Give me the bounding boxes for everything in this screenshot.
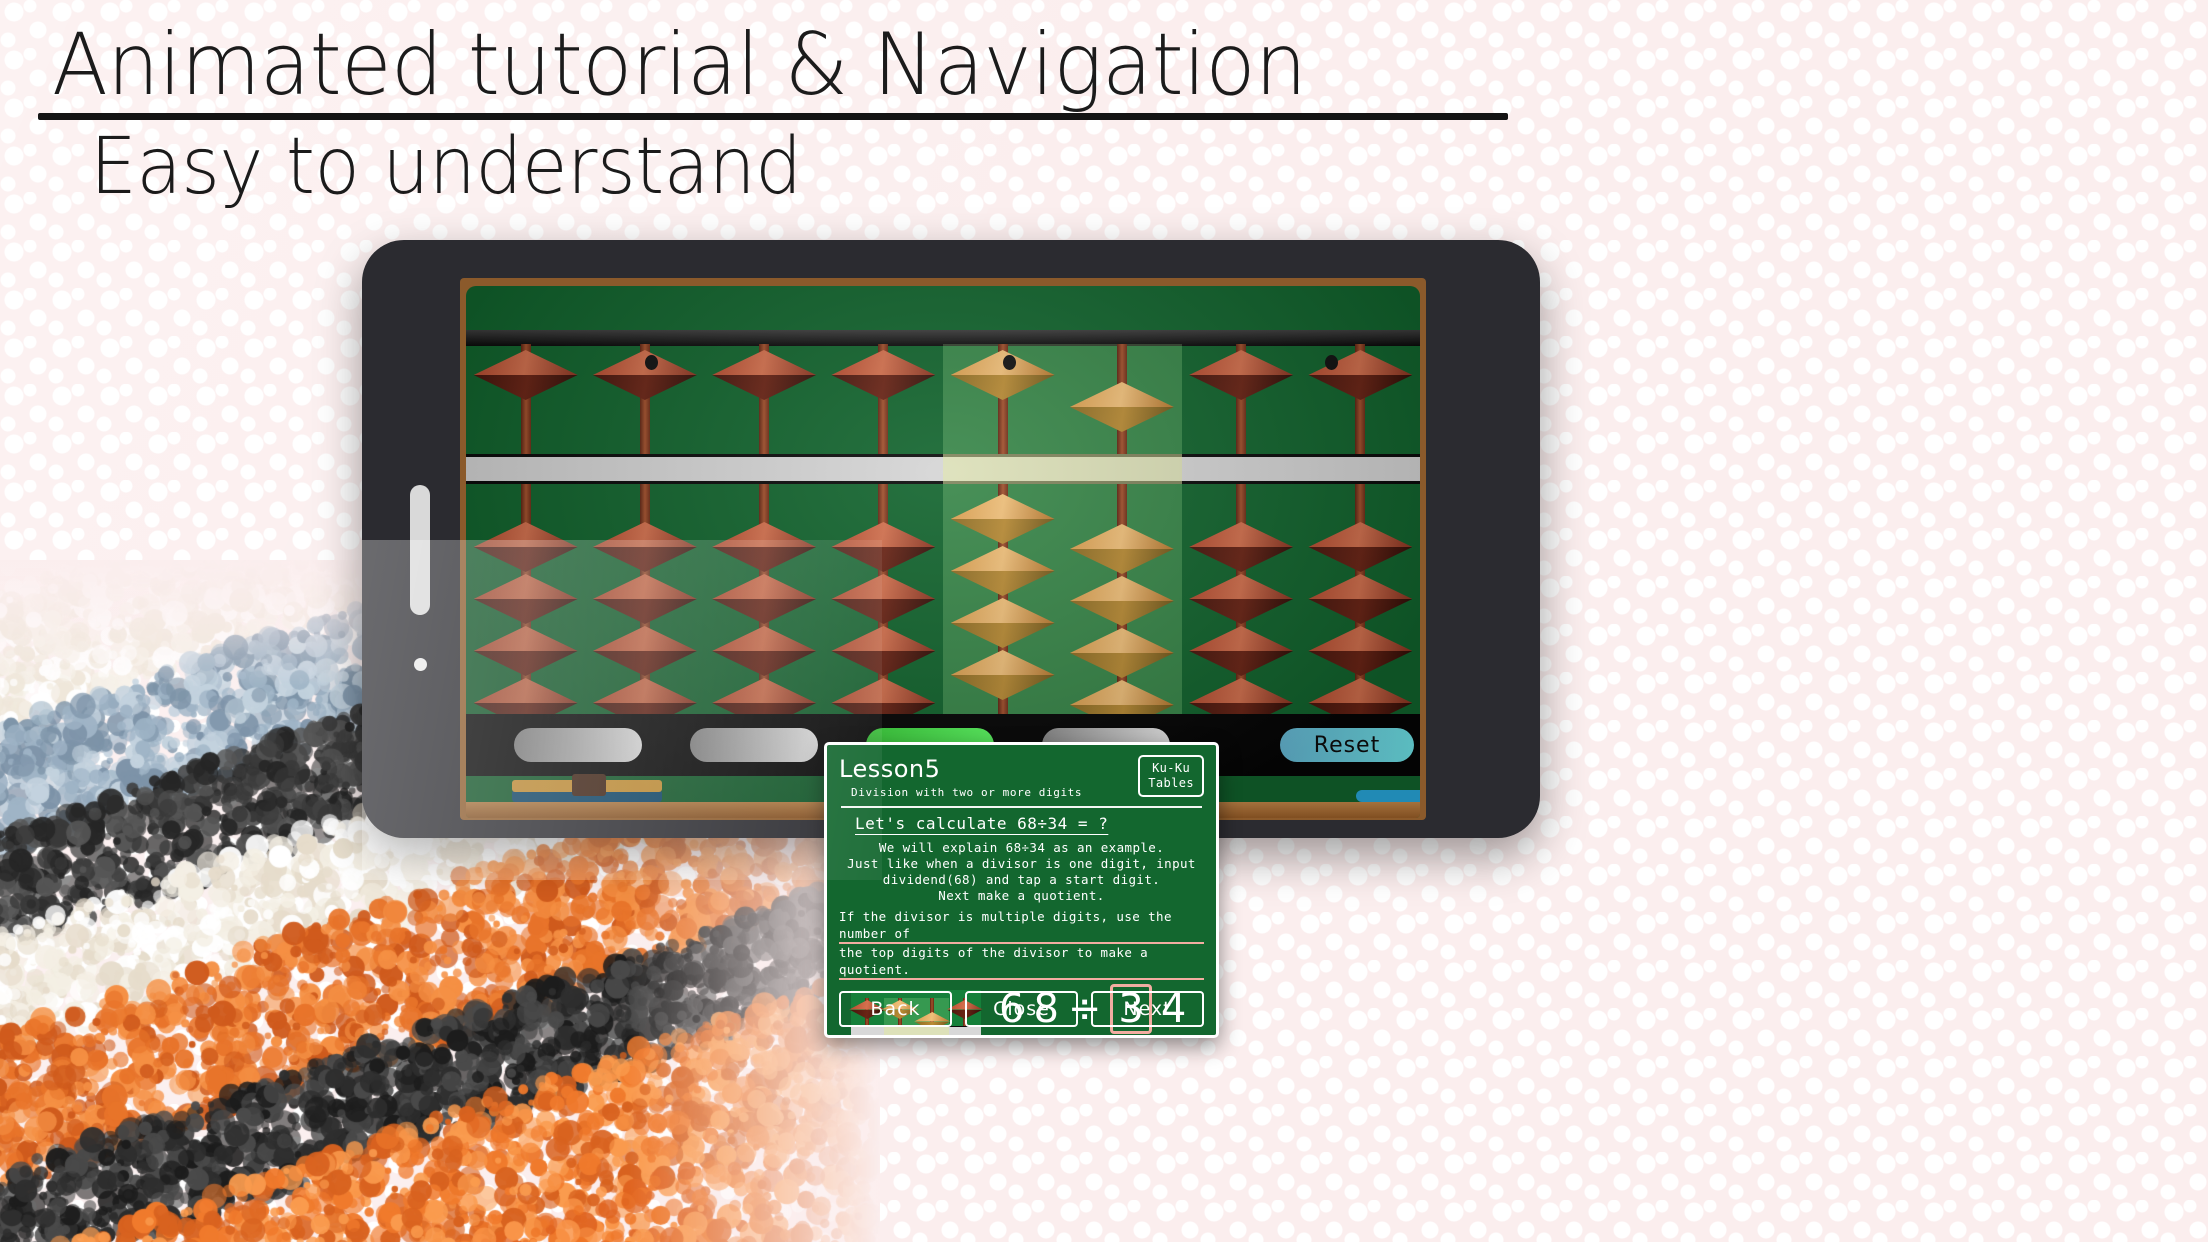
abacus-bead[interactable] (712, 522, 816, 572)
lesson-highlight-text: If the divisor is multiple digits, use t… (839, 908, 1204, 980)
abacus-bead[interactable] (593, 626, 697, 676)
beam-unit-dot (645, 355, 658, 370)
lesson-body-line: dividend(68) and tap a start digit. (839, 872, 1204, 888)
lesson-dialog: Lesson5 Division with two or more digits… (824, 742, 1219, 1038)
ku-ku-tables-button[interactable]: Ku-Ku Tables (1138, 755, 1204, 797)
abacus-bead[interactable] (951, 598, 1055, 648)
abacus-column[interactable] (943, 344, 1062, 732)
abacus-bead[interactable] (951, 494, 1055, 544)
abacus-bead[interactable] (1070, 382, 1174, 432)
lesson-body-text: We will explain 68÷34 as an example. Just… (839, 840, 1204, 904)
abacus-bead[interactable] (1189, 626, 1293, 676)
reset-button[interactable]: Reset (1280, 728, 1414, 762)
abacus-bead[interactable] (1308, 522, 1412, 572)
abacus-column[interactable] (1062, 344, 1181, 732)
lesson-button-row: Back Close Next (839, 991, 1204, 1027)
abacus-bead[interactable] (951, 350, 1055, 400)
column-pill[interactable] (514, 728, 642, 762)
phone-device-frame: Reset Lesson5 Division with two or more … (362, 240, 1540, 838)
abacus-bead[interactable] (831, 626, 935, 676)
chalk-piece (1356, 790, 1420, 802)
abacus-bead[interactable] (712, 626, 816, 676)
calculation-heading: Let's calculate 68÷34 = ? (855, 814, 1204, 833)
lesson-divider (841, 806, 1202, 808)
abacus-bead[interactable] (593, 574, 697, 624)
close-button[interactable]: Close (965, 991, 1078, 1027)
abacus-column[interactable] (466, 344, 585, 732)
abacus-column[interactable] (705, 344, 824, 732)
abacus-bead[interactable] (474, 574, 578, 624)
beam-unit-dot (1003, 355, 1016, 370)
column-pill[interactable] (690, 728, 818, 762)
lesson-body-line: We will explain 68÷34 as an example. (839, 840, 1204, 856)
abacus-bead[interactable] (1189, 350, 1293, 400)
abacus-bead[interactable] (593, 522, 697, 572)
abacus-bead[interactable] (712, 350, 816, 400)
phone-screen: Reset (460, 278, 1426, 820)
abacus-column[interactable] (585, 344, 704, 732)
kuku-line-2: Tables (1148, 776, 1194, 791)
abacus-bead[interactable] (1189, 574, 1293, 624)
abacus-bead[interactable] (1308, 350, 1412, 400)
abacus-bead[interactable] (1308, 626, 1412, 676)
abacus-bead[interactable] (1070, 576, 1174, 626)
title-divider (38, 113, 1508, 120)
page-subtitle: Easy to understand (90, 122, 802, 212)
abacus-bead[interactable] (831, 350, 935, 400)
abacus-bead[interactable] (1308, 574, 1412, 624)
phone-camera-dot (414, 658, 427, 671)
lesson-highlight-line: If the divisor is multiple digits, use t… (839, 908, 1204, 944)
eraser-icon (512, 778, 662, 802)
abacus-column[interactable] (1301, 344, 1420, 732)
abacus-bead[interactable] (1070, 524, 1174, 574)
abacus-bead[interactable] (831, 522, 935, 572)
abacus-beam-highlight (943, 454, 1182, 484)
abacus-bead[interactable] (593, 350, 697, 400)
main-abacus[interactable] (466, 344, 1420, 732)
abacus-bead[interactable] (831, 574, 935, 624)
lesson-highlight-line: the top digits of the divisor to make a … (839, 944, 1204, 980)
abacus-bead[interactable] (474, 626, 578, 676)
beam-unit-dot (1325, 355, 1338, 370)
lesson-title: Lesson5 (839, 755, 1082, 783)
lesson-body-line: Just like when a divisor is one digit, i… (839, 856, 1204, 872)
lesson-subtitle: Division with two or more digits (851, 786, 1082, 799)
abacus-bead[interactable] (1070, 628, 1174, 678)
abacus-bead[interactable] (1189, 522, 1293, 572)
lesson-body-line: Next make a quotient. (839, 888, 1204, 904)
lesson-header: Lesson5 Division with two or more digits… (839, 755, 1204, 799)
abacus-app-board: Reset (466, 286, 1420, 818)
abacus-bead[interactable] (474, 522, 578, 572)
abacus-column[interactable] (824, 344, 943, 732)
abacus-bead[interactable] (951, 546, 1055, 596)
page-title: Animated tutorial & Navigation (52, 15, 1458, 115)
abacus-bead[interactable] (474, 350, 578, 400)
abacus-bead[interactable] (951, 650, 1055, 700)
phone-volume-button (410, 485, 430, 615)
abacus-bead[interactable] (712, 574, 816, 624)
abacus-column[interactable] (1182, 344, 1301, 732)
back-button[interactable]: Back (839, 991, 952, 1027)
next-button[interactable]: Next (1091, 991, 1204, 1027)
kuku-line-1: Ku-Ku (1148, 761, 1194, 776)
